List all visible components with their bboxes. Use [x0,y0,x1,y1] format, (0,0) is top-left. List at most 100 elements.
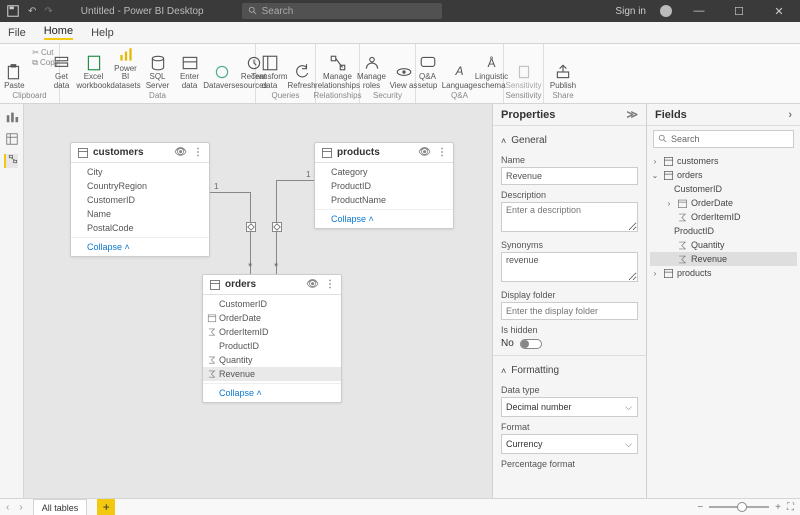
relationship-line[interactable] [210,192,250,193]
section-general[interactable]: ˄General [501,131,638,150]
sigma-icon [207,369,217,379]
fields-search[interactable]: Search [653,130,794,148]
data-view-icon[interactable] [5,132,19,146]
tree-field[interactable]: ProductID [650,224,797,238]
more-icon[interactable]: ⋮ [193,147,203,158]
display-folder-input[interactable] [501,302,638,320]
redo-icon[interactable]: ↷ [44,6,52,17]
tree-field[interactable]: OrderItemID [650,210,797,224]
add-tab-button[interactable]: + [97,499,115,515]
maximize-button[interactable]: ☐ [726,5,752,18]
field-row[interactable]: Name [71,207,209,221]
toggle-switch-icon[interactable] [520,339,542,349]
fields-pane: Fields› Search ›customers ⌄orders Custom… [646,104,800,498]
report-view-icon[interactable] [5,110,19,124]
menu-home[interactable]: Home [44,25,73,40]
data-type-select[interactable]: Decimal number [501,397,638,417]
visibility-icon[interactable]: 👁 [306,279,319,290]
collapse-link[interactable]: Collapse ˄ [315,209,453,228]
tree-field[interactable]: Quantity [650,238,797,252]
visibility-icon[interactable]: 👁 [174,147,187,158]
field-row[interactable]: ProductID [315,179,453,193]
field-row[interactable]: ProductName [315,193,453,207]
sql-server-button[interactable]: SQL Server [144,46,172,90]
sensitivity-button[interactable]: Sensitivity [510,46,538,90]
save-icon[interactable] [6,4,20,18]
zoom-slider[interactable] [709,506,769,508]
close-button[interactable]: ✕ [766,5,792,18]
collapse-link[interactable]: Collapse ˄ [203,383,341,402]
field-row[interactable]: ProductID [203,339,341,353]
tree-table-products[interactable]: ›products [650,266,797,280]
undo-icon[interactable]: ↶ [28,6,36,17]
publish-button[interactable]: Publish [549,46,577,90]
manage-relationships-button[interactable]: Manage relationships [318,46,358,90]
pbi-datasets-button[interactable]: Power BI datasets [112,46,140,90]
menu-file[interactable]: File [8,27,26,39]
chevron-right-icon: › [650,157,660,166]
cardinality-many: * [248,261,252,273]
relationship-line[interactable] [276,180,314,181]
fit-to-screen-icon[interactable]: ⛶ [787,502,794,513]
more-icon[interactable]: ⋮ [437,147,447,158]
section-formatting[interactable]: ˄Formatting [501,361,638,380]
paste-button[interactable]: Paste [0,46,28,90]
language-button[interactable]: ALanguage [446,46,474,90]
avatar-icon[interactable] [660,5,672,17]
tree-field-selected[interactable]: Revenue [650,252,797,266]
get-data-button[interactable]: Get data [48,46,76,90]
enter-data-button[interactable]: Enter data [176,46,204,90]
zoom-in-button[interactable]: + [775,502,781,513]
field-row[interactable]: CustomerID [203,297,341,311]
scroll-right-icon[interactable]: › [19,502,22,513]
is-hidden-toggle[interactable]: No [501,338,638,349]
visibility-icon[interactable]: 👁 [418,147,431,158]
field-row[interactable]: CustomerID [71,193,209,207]
filter-direction-icon[interactable] [246,222,256,232]
collapse-link[interactable]: Collapse ˄ [71,237,209,256]
refresh-button[interactable]: Refresh [288,46,316,90]
filter-direction-icon[interactable] [272,222,282,232]
name-input[interactable] [501,167,638,185]
diagram-tab[interactable]: All tables [33,499,88,515]
collapse-pane-icon[interactable]: ≫ [626,108,638,121]
transform-data-button[interactable]: Transform data [256,46,284,90]
field-row[interactable]: CountryRegion [71,179,209,193]
data-type-label: Data type [501,385,638,395]
expand-pane-icon[interactable]: › [788,109,792,121]
field-row[interactable]: PostalCode [71,221,209,235]
field-row[interactable]: Quantity [203,353,341,367]
qa-setup-button[interactable]: Q&A setup [414,46,442,90]
table-card-customers[interactable]: customers👁⋮ City CountryRegion CustomerI… [70,142,210,257]
table-card-products[interactable]: products👁⋮ Category ProductID ProductNam… [314,142,454,229]
synonyms-input[interactable] [501,252,638,282]
dataverse-button[interactable]: Dataverse [208,46,236,90]
linguistic-schema-button[interactable]: ÅLinguistic schema [478,46,506,90]
description-input[interactable] [501,202,638,232]
sigma-icon [677,240,688,251]
model-view-icon[interactable] [4,154,18,168]
sign-in-link[interactable]: Sign in [615,6,646,17]
minimize-button[interactable]: — [686,5,712,17]
manage-roles-button[interactable]: Manage roles [358,46,386,90]
model-canvas[interactable]: customers👁⋮ City CountryRegion CustomerI… [24,104,492,498]
field-row[interactable]: City [71,165,209,179]
zoom-out-button[interactable]: − [697,502,703,513]
global-search[interactable]: Search [242,3,442,19]
tree-table-customers[interactable]: ›customers [650,154,797,168]
excel-button[interactable]: Excel workbook [80,46,108,90]
field-row[interactable]: OrderItemID [203,325,341,339]
table-icon [663,268,674,279]
field-row[interactable]: Category [315,165,453,179]
field-row[interactable]: OrderDate [203,311,341,325]
sigma-icon [207,327,217,337]
menu-help[interactable]: Help [91,27,114,39]
tree-field[interactable]: ›OrderDate [650,196,797,210]
tree-field[interactable]: CustomerID [650,182,797,196]
field-row-selected[interactable]: Revenue [203,367,341,381]
table-card-orders[interactable]: orders👁⋮ CustomerID OrderDate OrderItemI… [202,274,342,403]
format-select[interactable]: Currency [501,434,638,454]
more-icon[interactable]: ⋮ [325,279,335,290]
scroll-left-icon[interactable]: ‹ [6,502,9,513]
tree-table-orders[interactable]: ⌄orders [650,168,797,182]
